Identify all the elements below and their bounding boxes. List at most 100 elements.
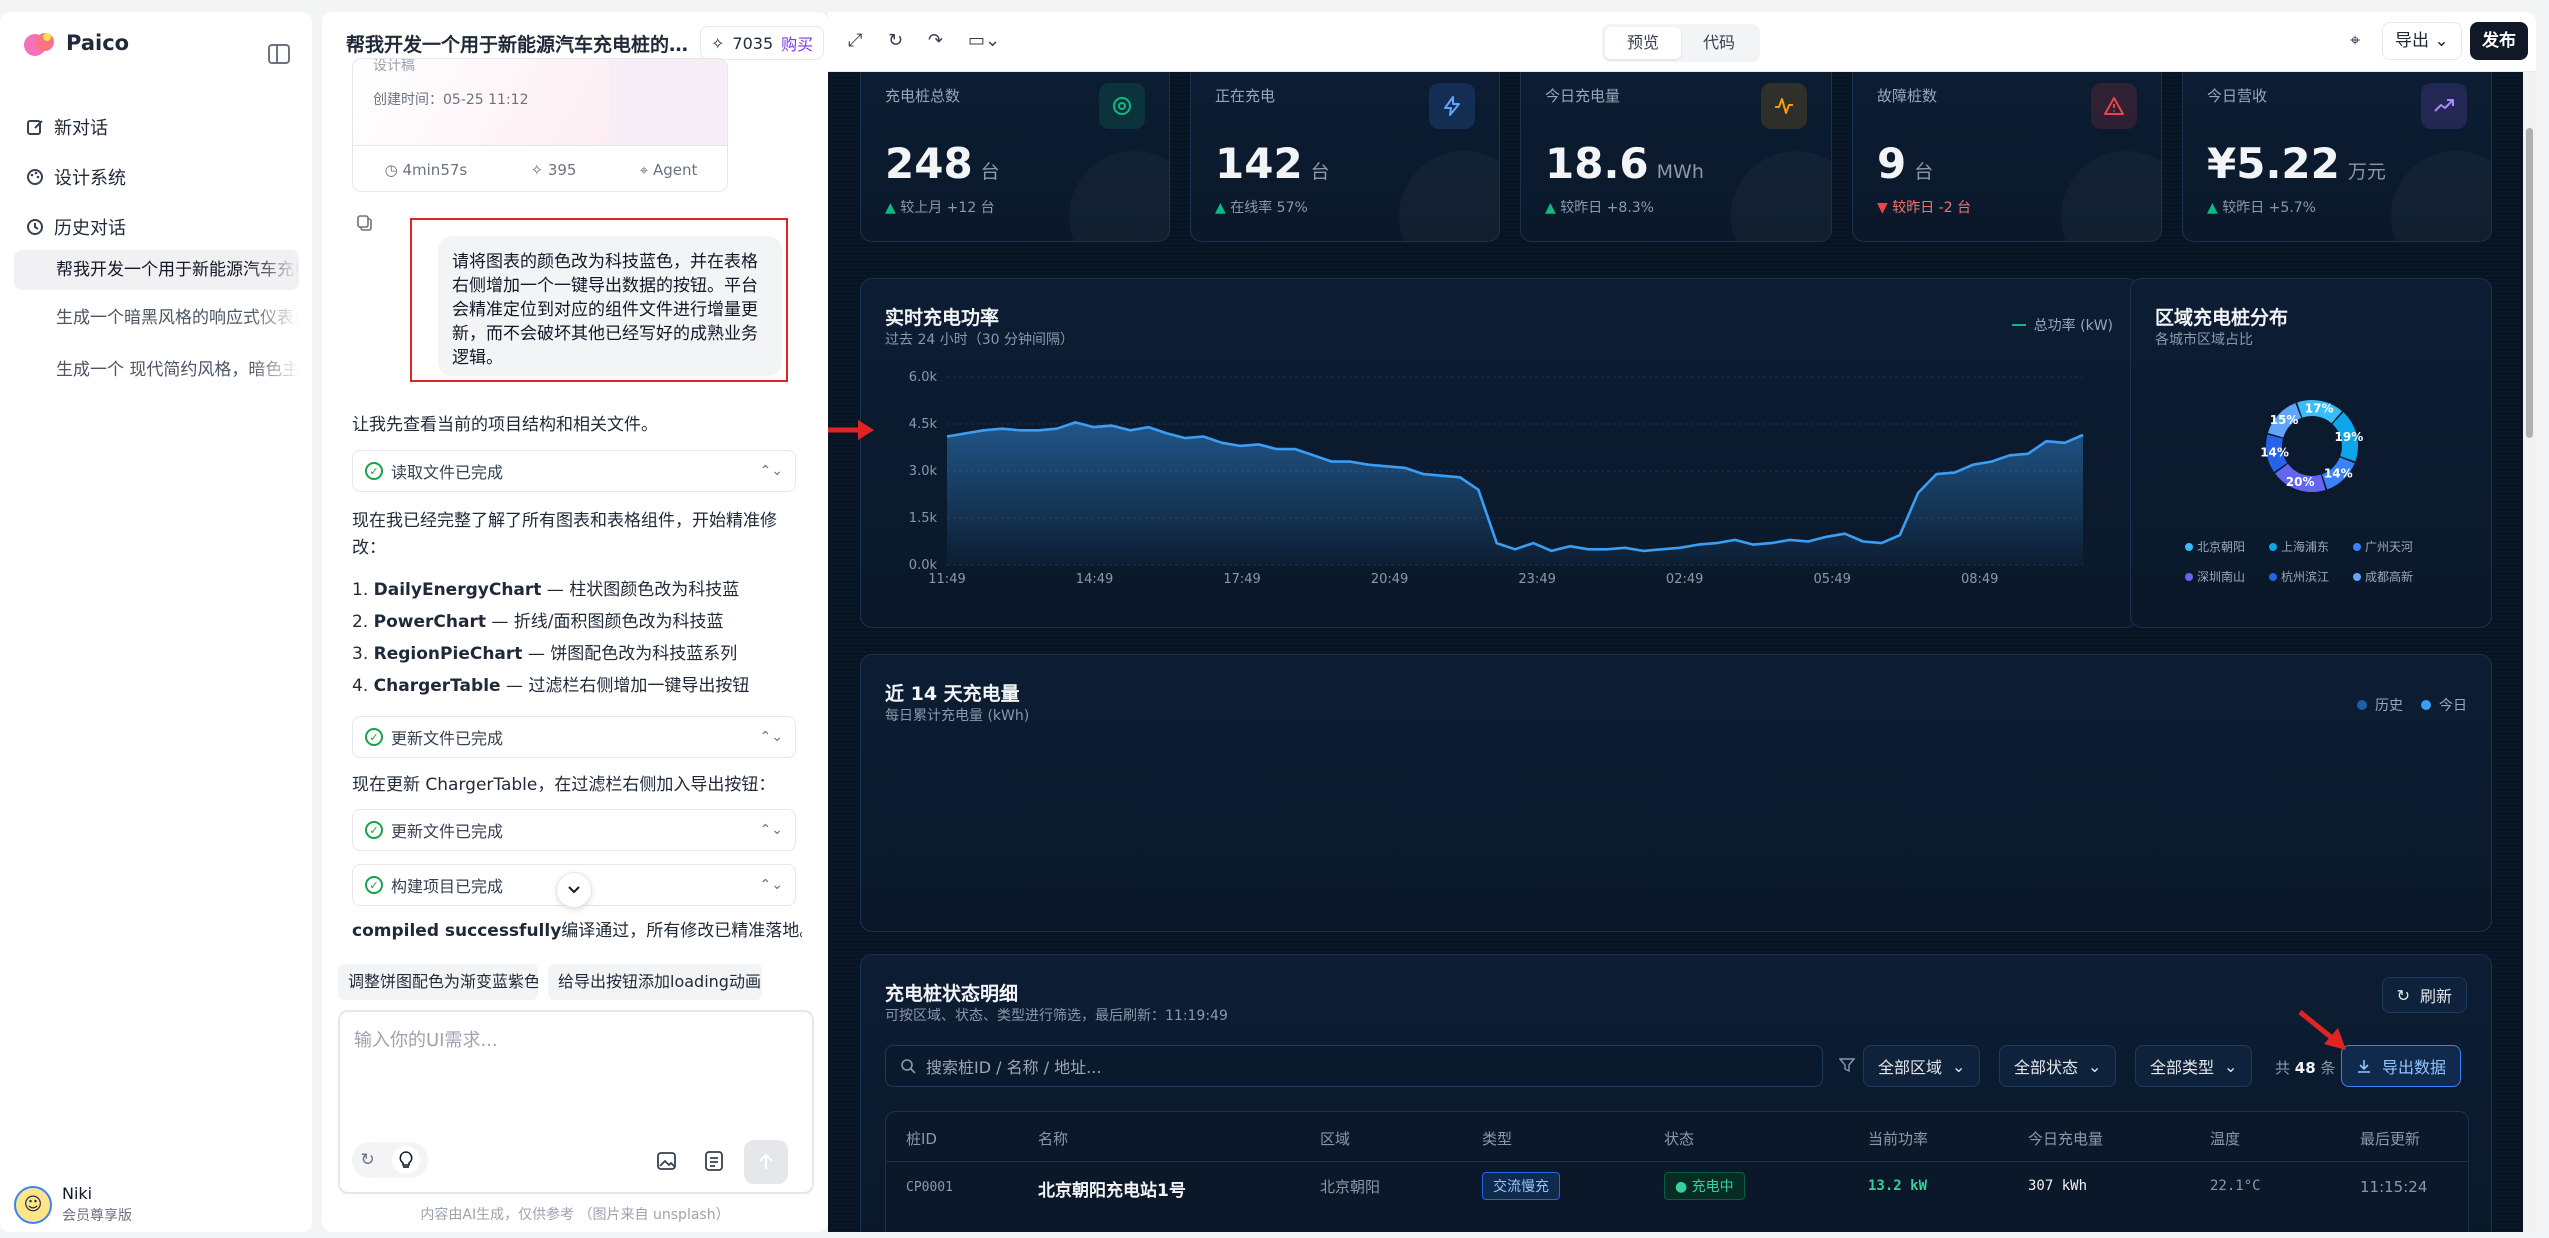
history-item-active[interactable]: 帮我开发一个用于新能源汽车充电桩的数据 bbox=[14, 250, 299, 290]
tool-status[interactable]: ✓ 读取文件已完成 ⌃⌄ bbox=[352, 450, 796, 492]
redo-icon[interactable]: ↷ bbox=[928, 30, 943, 51]
mode-toggle[interactable]: ↻ bbox=[352, 1142, 428, 1178]
prompt-input[interactable]: 输入你的UI需求... ↻ bbox=[338, 1010, 814, 1194]
app-logo[interactable]: Paico bbox=[22, 28, 129, 58]
tab-code[interactable]: 代码 bbox=[1681, 27, 1757, 59]
region-pie-panel: 区域充电桩分布 各城市区域占比 17% 19% 14% 20% 14% 15% 北京朝阳 上海… bbox=[2130, 278, 2492, 628]
expand-icon[interactable]: ⌃⌄ bbox=[760, 822, 783, 838]
download-icon bbox=[2358, 1060, 2370, 1073]
kpi-card: 正在充电 142 台 ▲ 在线率 57% bbox=[1190, 72, 1500, 242]
device-select-icon[interactable]: ▭⌄ bbox=[968, 30, 1000, 51]
expand-icon[interactable]: ⌃⌄ bbox=[760, 877, 783, 893]
refresh-icon[interactable]: ↻ bbox=[360, 1150, 374, 1170]
nav-new-chat[interactable]: 新对话 bbox=[26, 114, 108, 140]
suggestion-chip[interactable]: 调整饼图配色为渐变蓝紫色 bbox=[338, 964, 538, 1000]
cell-name: 北京朝阳充电站1号 bbox=[1038, 1181, 1186, 1201]
preview-scrollbar[interactable] bbox=[2523, 72, 2536, 1232]
x-tick-label: 05:49 bbox=[1813, 572, 1850, 587]
legend-label: 成都高新 bbox=[2365, 569, 2413, 584]
legend-swatch bbox=[2185, 543, 2193, 551]
list-item: 3. RegionPieChart — 饼图配色改为科技蓝系列 bbox=[352, 644, 738, 664]
file-upload-icon[interactable] bbox=[704, 1150, 724, 1172]
legend-swatch bbox=[2185, 573, 2193, 581]
fullscreen-icon[interactable]: ⤢ bbox=[848, 30, 862, 51]
pie-data-label: 14% bbox=[2324, 466, 2353, 480]
legend-swatch bbox=[2353, 543, 2361, 551]
scrollbar-thumb[interactable] bbox=[2526, 128, 2533, 438]
collapse-sidebar-icon[interactable] bbox=[268, 44, 290, 64]
pie-data-label: 15% bbox=[2270, 413, 2299, 427]
tool-status[interactable]: ✓ 更新文件已完成 ⌃⌄ bbox=[352, 809, 796, 851]
annotation-arrow-icon bbox=[828, 420, 874, 440]
column-header: 类型 bbox=[1482, 1130, 1513, 1148]
y-tick-label: 3.0k bbox=[909, 464, 938, 479]
search-input[interactable]: 搜索桩ID / 名称 / 地址... bbox=[885, 1045, 1823, 1087]
pie-data-label: 14% bbox=[2260, 446, 2289, 460]
view-toggle[interactable]: 预览 代码 bbox=[1602, 24, 1761, 62]
export-button[interactable]: 导出 ⌄ bbox=[2382, 22, 2462, 60]
charger-table-panel: 充电桩状态明细 可按区域、状态、类型进行筛选，最后刷新：11:19:49 ↻ 刷新… bbox=[860, 954, 2492, 1232]
status-label: 构建项目已完成 bbox=[391, 877, 504, 896]
mode-stat: ⌖ Agent bbox=[639, 160, 698, 179]
check-icon: ✓ bbox=[365, 876, 383, 894]
kpi-delta: ▼ 较昨日 -2 台 bbox=[1877, 200, 1972, 216]
history-item[interactable]: 生成一个 现代简约风格，暗色主题 bbox=[14, 350, 299, 390]
refresh-icon: ↻ bbox=[2396, 985, 2410, 1005]
assistant-reply: compiled successfully编译通过，所有修改已精准落地。 bbox=[352, 921, 802, 941]
region-filter[interactable]: 全部区域 ⌄ bbox=[1863, 1045, 1981, 1087]
energy-chart-panel: 近 14 天充电量 每日累计充电量 (kWh) 历史 今日 bbox=[860, 654, 2492, 932]
expand-icon[interactable]: ⌃⌄ bbox=[760, 463, 783, 479]
panel-title: 近 14 天充电量 bbox=[885, 683, 1020, 705]
image-upload-icon[interactable] bbox=[656, 1150, 678, 1172]
tool-status[interactable]: ✓ 更新文件已完成 ⌃⌄ bbox=[352, 716, 796, 758]
publish-button[interactable]: 发布 bbox=[2470, 22, 2528, 60]
bulb-icon[interactable] bbox=[391, 1146, 420, 1174]
x-tick-label: 02:49 bbox=[1666, 572, 1703, 587]
cursor-select-icon[interactable]: ⌖ bbox=[2350, 30, 2360, 51]
reload-icon[interactable]: ↻ bbox=[888, 30, 903, 51]
nav-design-system[interactable]: 设计系统 bbox=[26, 164, 126, 190]
scroll-down-button[interactable] bbox=[556, 872, 592, 908]
card-label: 设计稿 bbox=[373, 58, 415, 74]
kpi-card: 今日充电量 18.6 MWh ▲ 较昨日 +8.3% bbox=[1520, 72, 1832, 242]
legend-swatch bbox=[2353, 573, 2361, 581]
chat-title: 帮我开发一个用于新能源汽车充电桩的数... bbox=[346, 34, 706, 56]
points-stat: ✧ 395 bbox=[530, 160, 577, 179]
design-card[interactable]: 设计稿 创建时间：05-25 11:12 ◷ 4min57s ✧ 395 ⌖ A… bbox=[352, 58, 728, 192]
arrow-up-icon bbox=[759, 1153, 773, 1169]
palette-icon bbox=[27, 169, 43, 185]
panel-title: 充电桩状态明细 bbox=[885, 983, 1019, 1005]
assistant-reply: 现在我已经完整了解了所有图表和表格组件，开始精准修改： bbox=[352, 511, 777, 558]
copy-icon[interactable] bbox=[356, 214, 374, 232]
legend-swatch bbox=[2421, 700, 2431, 710]
x-tick-label: 11:49 bbox=[928, 572, 965, 587]
target-icon bbox=[1099, 83, 1145, 129]
status-filter[interactable]: 全部状态 ⌄ bbox=[1999, 1045, 2117, 1087]
suggestion-chip[interactable]: 给导出按钮添加loading动画 bbox=[548, 964, 762, 1000]
paico-logo-icon bbox=[24, 33, 54, 56]
y-tick-label: 0.0k bbox=[909, 558, 938, 573]
cell-energy: 307 kWh bbox=[2028, 1178, 2088, 1194]
type-filter[interactable]: 全部类型 ⌄ bbox=[2135, 1045, 2253, 1087]
export-data-button[interactable]: 导出数据 bbox=[2341, 1045, 2462, 1087]
kpi-value: ¥5.22 万元 bbox=[2207, 139, 2386, 188]
kpi-label: 充电桩总数 bbox=[885, 87, 961, 105]
search-icon bbox=[901, 1059, 916, 1074]
nav-history[interactable]: 历史对话 bbox=[26, 214, 126, 240]
status-badge: ● 充电中 bbox=[1664, 1172, 1745, 1200]
refresh-button[interactable]: ↻ 刷新 bbox=[2381, 977, 2467, 1013]
history-item[interactable]: 生成一个暗黑风格的响应式仪表盘 bbox=[14, 298, 299, 338]
buy-link[interactable]: 购买 bbox=[781, 31, 813, 55]
pie-data-label: 20% bbox=[2286, 475, 2315, 489]
send-button[interactable] bbox=[744, 1140, 788, 1184]
card-thumbnail bbox=[609, 59, 727, 145]
chevron-down-icon: ⌄ bbox=[2224, 1056, 2238, 1076]
cell-power: 13.2 kW bbox=[1868, 1178, 1928, 1194]
credits-badge[interactable]: ✧ 7035 购买 bbox=[700, 26, 825, 60]
column-header: 区域 bbox=[1320, 1130, 1351, 1148]
expand-icon[interactable]: ⌃⌄ bbox=[760, 729, 783, 745]
power-area-chart: 0.0k 1.5k 3.0k 4.5k 6.0k 11:49 14:49 17:49 20:49… bbox=[909, 370, 2084, 587]
legend-swatch bbox=[2269, 573, 2277, 581]
tab-preview[interactable]: 预览 bbox=[1605, 27, 1682, 59]
user-profile[interactable]: ☺ Niki 会员尊享版 bbox=[14, 1184, 132, 1225]
